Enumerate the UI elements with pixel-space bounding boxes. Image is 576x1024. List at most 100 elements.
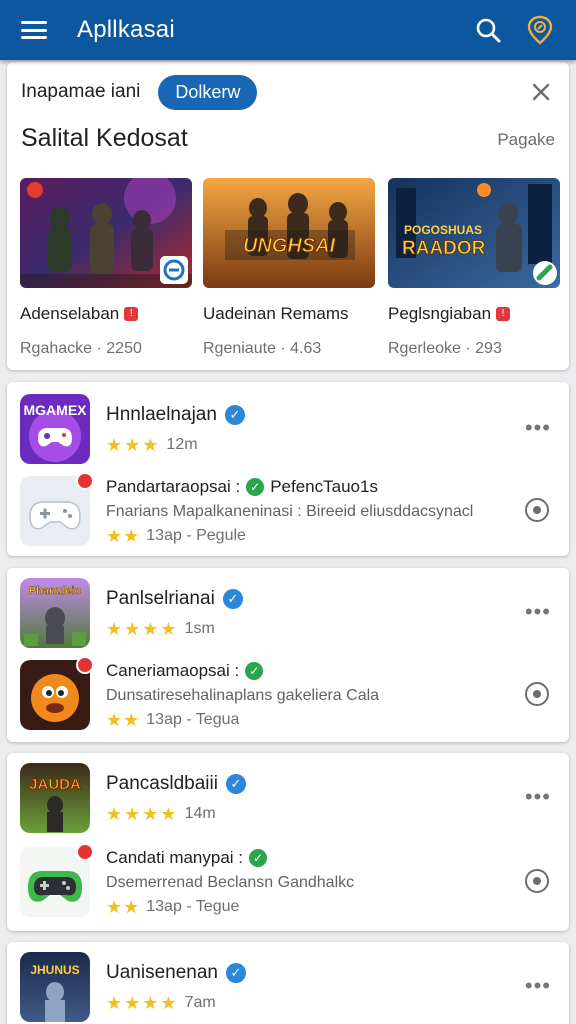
featured-name: Peglsngiaban ! <box>388 304 560 324</box>
star-icon: ★ <box>142 804 159 824</box>
section-title: Salital Kedosat <box>21 124 188 152</box>
featured-image: POGOSHUAS RAADOR <box>388 178 560 288</box>
app-info: Uanisenenan ✓ ★ ★ ★ ★ 7am <box>106 962 555 1012</box>
app-info: Hnnlaelnajan ✓ ★ ★ ★ 12m <box>106 404 555 454</box>
app-icon <box>20 656 94 730</box>
more-options-icon[interactable]: ••• <box>525 601 551 623</box>
more-options-icon[interactable]: ••• <box>525 417 551 439</box>
subapp-rating: ★ ★ 13ap - Tegue <box>106 898 555 916</box>
subapp-description: Fnarians Mapalkaneninasi : Bireeid elius… <box>106 503 474 520</box>
featured-image: UNGHSAI <box>203 178 375 288</box>
app-row[interactable]: MGAMEX Hnnlaelnajan ✓ ★ ★ ★ 12m ••• <box>20 393 555 465</box>
section-link[interactable]: Pagake <box>497 130 555 150</box>
app-group-card: JAUDA Pancasldbaiii ✓ ★ ★ ★ ★ 14m ••• Ca… <box>7 753 569 931</box>
banner-text: UNGHSAI <box>243 235 336 257</box>
app-icon <box>20 472 94 546</box>
more-options-icon[interactable]: ••• <box>525 786 551 808</box>
icon-text: Phanuleio <box>29 585 82 597</box>
select-radio[interactable] <box>525 682 549 706</box>
star-icon: ★ <box>106 993 123 1013</box>
star-icon: ★ <box>160 804 177 824</box>
app-bar: Apllkasai <box>0 0 576 60</box>
app-info: Pandartaraopsai : ✓ PefencTauo1s Fnarian… <box>106 477 555 545</box>
app-subrow[interactable]: Caneriamaopsai : ✓ Dunsatiresehalinaplan… <box>20 656 555 731</box>
star-icon: ★ <box>106 804 123 824</box>
featured-item[interactable]: POGOSHUAS RAADOR Peglsngiaban ! Rgerleok… <box>388 178 560 358</box>
app-badge-icon <box>533 261 557 285</box>
app-badge-icon <box>160 256 188 284</box>
app-icon <box>20 843 94 917</box>
verified-icon: ✓ <box>246 478 265 496</box>
star-icon: ★ <box>124 804 141 824</box>
subapp-rating: ★ ★ 13ap - Tegua <box>106 711 555 729</box>
verified-icon: ✓ <box>222 589 243 609</box>
star-icon: ★ <box>124 435 141 455</box>
location-badge-icon[interactable] <box>524 14 556 46</box>
select-radio[interactable] <box>525 869 549 893</box>
featured-meta: Rgerleoke · 293 <box>388 340 502 357</box>
star-icon: ★ <box>124 993 141 1013</box>
subapp-meta: 13ap - Pegule <box>146 527 246 544</box>
verified-icon: ✓ <box>224 405 245 425</box>
close-icon[interactable] <box>529 80 553 104</box>
featured-card: Inapamae iani Dolkerw Salital Kedosat Pa… <box>7 62 569 370</box>
app-row[interactable]: JHUNUS Uanisenenan ✓ ★ ★ ★ ★ 7am ••• <box>20 951 555 1023</box>
select-radio[interactable] <box>525 498 549 522</box>
star-icon: ★ <box>106 435 123 455</box>
subapp-meta: 13ap - Tegua <box>146 711 240 728</box>
subapp-description: Dsemerrenad Beclansn Gandhalkc <box>106 874 355 891</box>
banner-text: POGOSHUAS <box>404 223 482 237</box>
verified-icon: ✓ <box>245 662 264 680</box>
app-info: Caneriamaopsai : ✓ Dunsatiresehalinaplan… <box>106 661 555 729</box>
more-options-icon[interactable]: ••• <box>525 975 551 997</box>
app-title: Apllkasai <box>77 16 175 43</box>
icon-text: JAUDA <box>29 776 81 793</box>
star-icon: ★ <box>106 897 123 917</box>
menu-icon[interactable] <box>21 20 47 40</box>
subapp-title: Caneriamaopsai : ✓ <box>106 661 555 681</box>
verified-icon: ✓ <box>225 963 246 983</box>
app-title: Panlselrianai <box>106 588 215 609</box>
app-title: Pancasldbaiii <box>106 773 218 794</box>
subapp-meta: 13ap - Tegue <box>146 898 240 915</box>
app-rating: ★ ★ ★ ★ 14m <box>106 805 555 823</box>
app-row[interactable]: Phanuleio Panlselrianai ✓ ★ ★ ★ ★ 1sm ••• <box>20 577 555 649</box>
notification-dot-icon <box>76 472 94 490</box>
flag-icon: ! <box>496 307 511 321</box>
featured-meta: Rgeniaute · 4.63 <box>203 340 322 357</box>
app-title-line: Panlselrianai ✓ <box>106 588 555 610</box>
search-icon[interactable] <box>472 14 504 46</box>
app-rating: ★ ★ ★ ★ 1sm <box>106 620 555 638</box>
featured-item[interactable]: Adenselaban ! Rgahacke · 2250 <box>20 178 192 358</box>
featured-item[interactable]: UNGHSAI Uadeinan Remams Rgeniaute · 4.63 <box>203 178 375 358</box>
star-icon: ★ <box>160 619 177 639</box>
star-icon: ★ <box>123 710 140 730</box>
icon-text: MGAMEX <box>24 402 88 418</box>
app-title-line: Hnnlaelnajan ✓ <box>106 404 555 426</box>
app-subrow[interactable]: Pandartaraopsai : ✓ PefencTauo1s Fnarian… <box>20 472 555 547</box>
app-group-card: JHUNUS Uanisenenan ✓ ★ ★ ★ ★ 7am ••• <box>7 942 569 1024</box>
star-icon: ★ <box>142 993 159 1013</box>
verified-icon: ✓ <box>249 849 268 867</box>
banner-text: RAADOR <box>402 238 486 259</box>
app-group-card: Phanuleio Panlselrianai ✓ ★ ★ ★ ★ 1sm ••• <box>7 568 569 742</box>
app-subrow[interactable]: Candati manypai : ✓ Dsemerrenad Beclansn… <box>20 843 555 918</box>
app-meta: 14m <box>184 805 216 822</box>
featured-image <box>20 178 192 288</box>
filter-row: Inapamae iani Dolkerw <box>21 74 555 110</box>
filter-label: Inapamae iani <box>21 81 141 102</box>
app-row[interactable]: JAUDA Pancasldbaiii ✓ ★ ★ ★ ★ 14m ••• <box>20 762 555 834</box>
star-icon: ★ <box>123 897 140 917</box>
app-rating: ★ ★ ★ ★ 7am <box>106 994 555 1012</box>
app-rating: ★ ★ ★ 12m <box>106 436 555 454</box>
app-info: Candati manypai : ✓ Dsemerrenad Beclansn… <box>106 848 555 916</box>
star-icon: ★ <box>123 526 140 546</box>
subapp-title: Pandartaraopsai : ✓ PefencTauo1s <box>106 477 378 496</box>
verified-icon: ✓ <box>225 774 246 794</box>
star-icon: ★ <box>106 710 123 730</box>
app-icon: MGAMEX <box>20 394 90 464</box>
filter-chip[interactable]: Dolkerw <box>158 74 258 110</box>
icon-text: JHUNUS <box>30 963 79 977</box>
subapp-rating: ★ ★ 13ap - Pegule <box>106 527 555 545</box>
app-icon: Phanuleio <box>20 578 90 648</box>
